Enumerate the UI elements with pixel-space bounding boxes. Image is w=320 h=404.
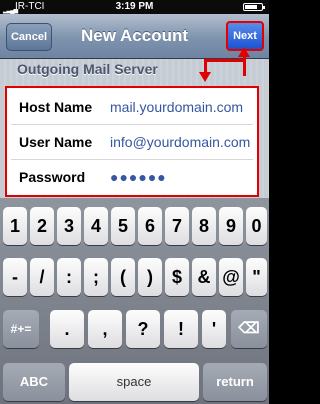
key-hyphen[interactable]: - (3, 258, 27, 296)
key-comma[interactable]: , (88, 310, 122, 348)
key-4[interactable]: 4 (84, 207, 108, 245)
settings-content: Outgoing Mail Server Host Name mail.your… (0, 59, 269, 198)
key-2[interactable]: 2 (30, 207, 54, 245)
key-3[interactable]: 3 (57, 207, 81, 245)
key-exclamation[interactable]: ! (164, 310, 198, 348)
key-question[interactable]: ? (126, 310, 160, 348)
host-name-row[interactable]: Host Name mail.yourdomain.com (11, 90, 253, 125)
cancel-button[interactable]: Cancel (6, 23, 52, 51)
key-abc[interactable]: ABC (3, 363, 65, 401)
key-0[interactable]: 0 (246, 207, 267, 245)
key-colon[interactable]: : (57, 258, 81, 296)
user-name-label: User Name (19, 134, 93, 150)
section-header: Outgoing Mail Server (17, 61, 158, 77)
backspace-key[interactable]: ⌫ (231, 310, 267, 348)
status-time: 3:19 PM (115, 1, 154, 12)
backspace-icon: ⌫ (238, 320, 260, 337)
key-7[interactable]: 7 (165, 207, 189, 245)
user-name-row[interactable]: User Name info@yourdomain.com (11, 125, 253, 160)
key-period[interactable]: . (50, 310, 84, 348)
key-1[interactable]: 1 (3, 207, 27, 245)
battery-icon (243, 3, 265, 11)
host-name-label: Host Name (19, 99, 93, 115)
key-apostrophe[interactable]: ' (202, 310, 226, 348)
key-slash[interactable]: / (30, 258, 54, 296)
navigation-bar: New Account Cancel Next (0, 14, 269, 59)
key-8[interactable]: 8 (192, 207, 216, 245)
outgoing-server-form: Host Name mail.yourdomain.com User Name … (5, 86, 259, 197)
key-dollar[interactable]: $ (165, 258, 189, 296)
key-9[interactable]: 9 (219, 207, 243, 245)
key-space[interactable]: space (69, 363, 199, 401)
keyboard: 1 2 3 4 5 6 7 8 9 0 - / : ; ( ) $ & @ " … (0, 198, 269, 404)
host-name-field[interactable]: mail.yourdomain.com (110, 90, 243, 124)
key-semicolon[interactable]: ; (84, 258, 108, 296)
key-5[interactable]: 5 (111, 207, 135, 245)
password-row[interactable]: Password ●●●●●● (11, 160, 253, 194)
key-more-symbols[interactable]: #+= (3, 310, 39, 348)
key-close-paren[interactable]: ) (138, 258, 162, 296)
key-return[interactable]: return (203, 363, 267, 401)
key-open-paren[interactable]: ( (111, 258, 135, 296)
key-quote[interactable]: " (246, 258, 267, 296)
key-at[interactable]: @ (219, 258, 243, 296)
password-field[interactable]: ●●●●●● (110, 160, 167, 194)
key-6[interactable]: 6 (138, 207, 162, 245)
status-bar: ▂▃▄▅ IR-TCI 3:19 PM (0, 0, 269, 14)
user-name-field[interactable]: info@yourdomain.com (110, 125, 250, 159)
key-ampersand[interactable]: & (192, 258, 216, 296)
password-label: Password (19, 169, 86, 185)
